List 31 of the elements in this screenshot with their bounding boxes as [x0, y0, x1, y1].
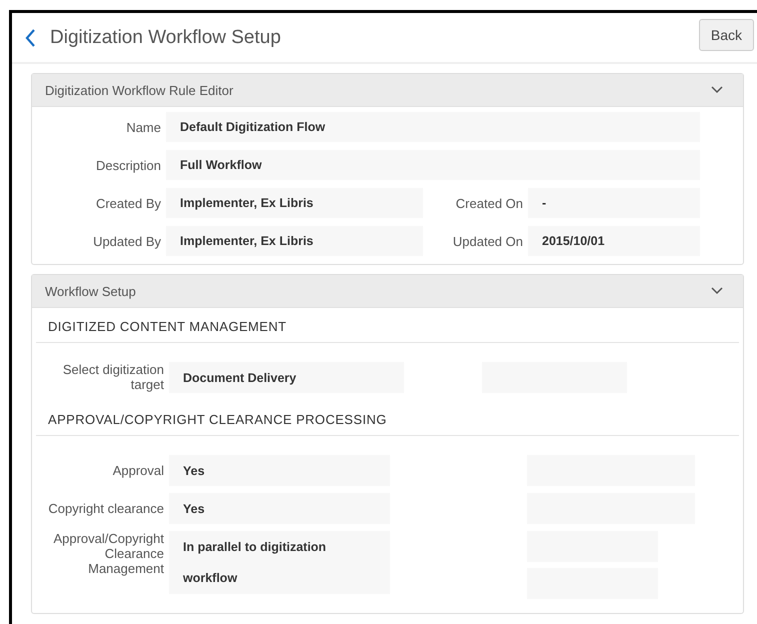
panel-title: Digitization Workflow Rule Editor	[45, 82, 234, 98]
field-label: Select digitization target	[62, 362, 165, 392]
panel-header[interactable]: Workflow Setup	[32, 275, 743, 308]
value-field[interactable]: Implementer, Ex Libris	[166, 226, 423, 256]
value-field[interactable]: Yes	[169, 493, 390, 524]
chevron-down-icon[interactable]	[711, 287, 723, 295]
field-label: Updated On	[452, 234, 524, 248]
panel-title: Workflow Setup	[45, 284, 136, 298]
field-label: Updated By	[92, 234, 162, 248]
value-field[interactable]: Document Delivery	[169, 362, 404, 393]
section-heading: APPROVAL/COPYRIGHT CLEARANCE PROCESSING	[36, 401, 739, 436]
panel-header[interactable]: Digitization Workflow Rule Editor	[32, 74, 743, 107]
chevron-down-icon[interactable]	[711, 86, 723, 94]
value-field[interactable]: -	[528, 188, 700, 218]
field-label: Approval	[112, 462, 165, 478]
value-field[interactable]: Yes	[169, 455, 390, 486]
field-label: Copyright clearance	[47, 500, 165, 516]
field-label: Approval/Copyright Clearance Management	[52, 531, 165, 576]
field-label: Created On	[454, 196, 524, 210]
field-label: Name	[125, 120, 162, 134]
field-label: Created By	[94, 196, 162, 210]
value-field[interactable]: Full Workflow	[166, 150, 700, 180]
value-field[interactable]: Implementer, Ex Libris	[166, 188, 423, 218]
section-heading: DIGITIZED CONTENT MANAGEMENT	[36, 308, 739, 343]
back-button[interactable]: Back	[698, 18, 754, 50]
value-field[interactable]: 2015/10/01	[528, 226, 700, 256]
back-chevron-icon[interactable]	[25, 28, 36, 46]
value-field[interactable]: Default Digitization Flow	[166, 112, 700, 142]
page-title: Digitization Workflow Setup	[50, 26, 282, 48]
field-label: Description	[94, 158, 162, 172]
value-field[interactable]: In parallel to digitization workflow	[169, 531, 390, 594]
